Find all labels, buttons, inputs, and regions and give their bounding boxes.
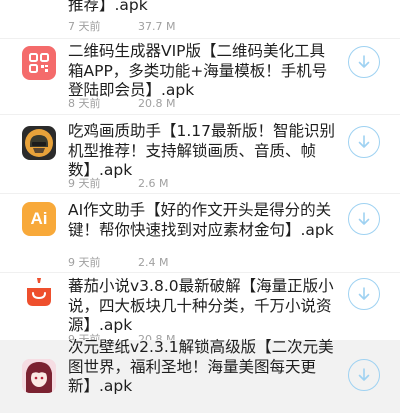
list-item[interactable]: 次元壁纸v2.3.1解锁高级版【二次元美图世界，福利圣地！海量美图每天更新】.a… bbox=[0, 338, 400, 413]
item-title: 推荐】.apk bbox=[68, 0, 148, 14]
item-size: 2.6 M bbox=[138, 177, 169, 190]
download-icon bbox=[358, 55, 370, 68]
download-button[interactable] bbox=[348, 126, 380, 158]
download-button[interactable] bbox=[348, 46, 380, 78]
qr-code-icon bbox=[22, 46, 56, 80]
download-button[interactable] bbox=[348, 203, 380, 235]
list-item[interactable]: 蕃茄小说v3.8.0最新破解【海量正版小说，四大板块几十种分类，千万小说资源】.… bbox=[0, 273, 400, 346]
download-icon bbox=[358, 368, 370, 381]
item-title: AI作文助手【好的作文开头是得分的关键！帮你快速找到对应素材金句】.apk bbox=[68, 201, 334, 239]
download-button[interactable] bbox=[348, 359, 380, 391]
item-time: 7 天前 bbox=[68, 20, 101, 33]
list-item[interactable]: Ai AI作文助手【好的作文开头是得分的关键！帮你快速找到对应素材金句】.apk… bbox=[0, 194, 400, 272]
item-size: 20.8 M bbox=[138, 97, 176, 110]
ai-app-icon: Ai bbox=[22, 202, 56, 236]
item-title: 二维码生成器VIP版【二维码美化工具箱APP，多类功能+海量模板！手机号登陆即会… bbox=[68, 42, 328, 99]
download-list: 推荐】.apk 7 天前 37.7 M 二维码生成器VIP版【二维码美化工具箱A… bbox=[0, 0, 400, 413]
download-icon bbox=[358, 135, 370, 148]
item-size: 37.7 M bbox=[138, 20, 176, 33]
list-item[interactable]: 二维码生成器VIP版【二维码美化工具箱APP，多类功能+海量模板！手机号登陆即会… bbox=[0, 39, 400, 114]
anime-avatar-icon bbox=[22, 359, 56, 393]
game-helmet-icon bbox=[22, 126, 56, 160]
item-time: 8 天前 bbox=[68, 97, 101, 110]
list-item[interactable]: 吃鸡画质助手【1.17最新版！智能识别机型推荐！支持解锁画质、音质、帧数】.ap… bbox=[0, 115, 400, 193]
list-item[interactable]: 推荐】.apk 7 天前 37.7 M bbox=[0, 0, 400, 36]
item-size: 2.4 M bbox=[138, 256, 169, 269]
download-button[interactable] bbox=[348, 278, 380, 310]
tomato-book-icon bbox=[22, 275, 56, 309]
item-title: 蕃茄小说v3.8.0最新破解【海量正版小说，四大板块几十种分类，千万小说资源】.… bbox=[68, 277, 334, 334]
item-time: 9 天前 bbox=[68, 177, 101, 190]
item-title: 吃鸡画质助手【1.17最新版！智能识别机型推荐！支持解锁画质、音质、帧数】.ap… bbox=[68, 122, 336, 179]
ai-icon-text: Ai bbox=[30, 209, 48, 228]
item-time: 9 天前 bbox=[68, 256, 101, 269]
download-icon bbox=[358, 287, 370, 300]
item-title: 次元壁纸v2.3.1解锁高级版【二次元美图世界，福利圣地！海量美图每天更新】.a… bbox=[68, 338, 334, 395]
download-icon bbox=[358, 212, 370, 225]
